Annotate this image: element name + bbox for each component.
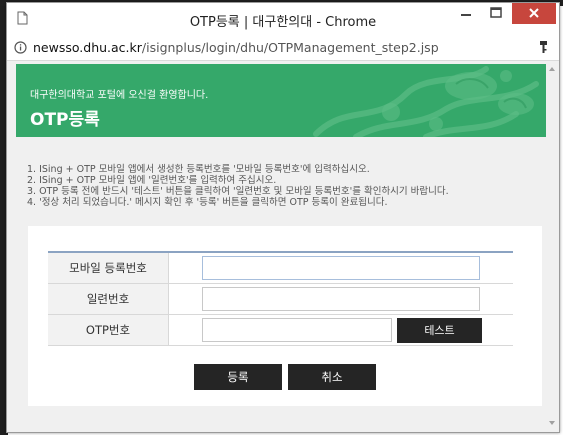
instruction-line: 4. '정상 처리 되었습니다.' 메시지 확인 후 '등록' 버튼을 클릭하면… bbox=[27, 197, 388, 208]
url-path: /isignplus/login/dhu/OTPManagement_step2… bbox=[141, 40, 439, 55]
form-row: 일련번호 bbox=[48, 283, 513, 315]
otp-form-table: 모바일 등록번호 일련번호 OTP번호 테스트 bbox=[48, 251, 513, 346]
scroll-down-icon[interactable] bbox=[547, 418, 557, 428]
key-icon[interactable] bbox=[539, 41, 548, 54]
form-row: 모바일 등록번호 bbox=[48, 252, 513, 284]
serial-label: 일련번호 bbox=[48, 283, 169, 315]
otp-input[interactable] bbox=[202, 318, 392, 342]
scroll-up-icon[interactable] bbox=[547, 64, 557, 74]
instruction-line: 1. ISing + OTP 모바일 앱에서 생성한 등록번호를 '모바일 등록… bbox=[27, 164, 370, 175]
form-row: OTP번호 테스트 bbox=[48, 314, 513, 346]
minimize-button[interactable] bbox=[452, 3, 480, 25]
instruction-line: 2. ISing + OTP 모바일 앱에 '일련번호'를 입력하여 주십시오. bbox=[27, 175, 277, 186]
maximize-button[interactable] bbox=[482, 3, 510, 25]
welcome-text: 대구한의대학교 포털에 오신걸 환영합니다. bbox=[30, 90, 209, 101]
register-button[interactable]: 등록 bbox=[194, 364, 282, 390]
otp-label: OTP번호 bbox=[48, 314, 169, 346]
minimize-icon bbox=[461, 14, 471, 16]
page-viewport: 대구한의대학교 포털에 오신걸 환영합니다. OTP등록 1. ISing + … bbox=[9, 61, 557, 431]
vertical-scrollbar[interactable] bbox=[547, 61, 557, 431]
otp-cell: 테스트 bbox=[168, 314, 513, 346]
close-icon bbox=[529, 8, 539, 18]
instruction-line: 3. OTP 등록 전에 반드시 '테스트' 버튼을 클릭하여 '일련번호 및 … bbox=[27, 186, 449, 197]
action-buttons: 등록 취소 bbox=[28, 364, 542, 390]
page-title: OTP등록 bbox=[30, 110, 100, 130]
mobile-reg-input[interactable] bbox=[202, 256, 480, 280]
test-button[interactable]: 테스트 bbox=[397, 317, 482, 343]
mobile-reg-label: 모바일 등록번호 bbox=[48, 252, 169, 284]
cancel-button[interactable]: 취소 bbox=[288, 364, 376, 390]
url-text: newsso.dhu.ac.kr/isignplus/login/dhu/OTP… bbox=[33, 40, 439, 55]
address-bar[interactable]: newsso.dhu.ac.kr/isignplus/login/dhu/OTP… bbox=[7, 35, 559, 61]
browser-popup-window: OTP등록 | 대구한의대 - Chrome newsso.dhu.ac.kr/… bbox=[6, 2, 560, 433]
info-icon[interactable] bbox=[14, 41, 27, 54]
otp-form-card: 모바일 등록번호 일련번호 OTP번호 테스트 등록 취소 bbox=[28, 226, 542, 406]
serial-cell bbox=[168, 283, 513, 315]
title-bar[interactable]: OTP등록 | 대구한의대 - Chrome bbox=[7, 3, 559, 35]
url-host: newsso.dhu.ac.kr bbox=[33, 40, 142, 55]
maximize-icon bbox=[490, 7, 502, 18]
serial-input[interactable] bbox=[202, 287, 480, 311]
page-header: 대구한의대학교 포털에 오신걸 환영합니다. OTP등록 bbox=[16, 64, 546, 137]
instruction-list: 1. ISing + OTP 모바일 앱에서 생성한 등록번호를 '모바일 등록… bbox=[27, 164, 547, 208]
mobile-reg-cell bbox=[168, 252, 513, 284]
close-button[interactable] bbox=[512, 3, 556, 24]
